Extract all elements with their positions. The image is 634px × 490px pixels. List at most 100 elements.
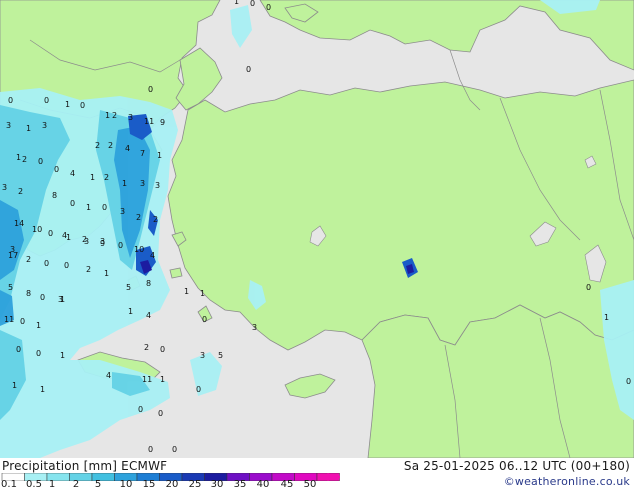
precip-value-label: 0: [38, 157, 43, 166]
precip-value-label: 0: [20, 317, 25, 326]
precip-value-label: 2: [22, 155, 27, 164]
precip-value-label: 1: [160, 375, 165, 384]
precip-value-label: 0: [160, 345, 165, 354]
precip-value-label: 2: [112, 111, 117, 120]
precip-value-label: 0: [44, 96, 49, 105]
legend-tick-label: 20: [165, 479, 179, 490]
precip-value-label: 1: [184, 287, 189, 296]
precip-value-label: 1: [60, 351, 65, 360]
precip-value-label: 0: [16, 345, 21, 354]
precip-value-label: 0: [102, 203, 107, 212]
precip-value-label: 4: [70, 169, 75, 178]
precip-value-label: 11: [4, 315, 14, 324]
precip-value-label: 3: [128, 113, 133, 122]
legend-tick-label: 2: [72, 479, 80, 490]
precip-value-label: 1: [16, 153, 21, 162]
precip-value-label: 3: [6, 121, 11, 130]
precip-value-label: 7: [140, 149, 145, 158]
precip-value-label: 0: [172, 445, 177, 454]
precip-value-label: 3: [2, 183, 7, 192]
legend-tick-label: 0.1: [1, 479, 17, 490]
precip-value-label: 3: [140, 179, 145, 188]
precip-value-label: 4: [146, 311, 151, 320]
precip-value-label: 1: [105, 111, 110, 120]
precip-value-label: 0: [148, 85, 153, 94]
legend-tick-label: 1: [48, 479, 56, 490]
valid-time: Sa 25-01-2025 06..12 UTC (00+180): [403, 459, 630, 473]
credit-link[interactable]: ©weatheronline.co.uk: [504, 475, 630, 488]
precip-value-label: 8: [52, 191, 57, 200]
legend-tick-label: 15: [142, 479, 156, 490]
precip-value-label: 0: [158, 409, 163, 418]
precip-value-label: 2: [82, 235, 87, 244]
precip-value-label: 3: [42, 121, 47, 130]
legend-tick-label: 10: [119, 479, 133, 490]
precip-value-label: 11: [142, 375, 152, 384]
precip-value-label: 5: [126, 283, 131, 292]
legend-tick-label: 50: [303, 479, 317, 490]
precip-value-label: 2: [18, 187, 23, 196]
precip-value-label: 0: [54, 165, 59, 174]
precip-value-label: 2: [153, 215, 158, 224]
precip-value-label: 2: [95, 141, 100, 150]
precip-value-label: 11: [144, 117, 154, 126]
precip-value-label: 3: [100, 237, 105, 246]
precip-value-label: 0: [266, 3, 271, 12]
precip-value-label: 0: [138, 405, 143, 414]
precip-value-label: 10: [32, 225, 42, 234]
footer: Precipitation [mm] ECMWF Sa 25-01-2025 0…: [0, 458, 634, 490]
precip-value-label: 1: [234, 0, 239, 6]
precip-value-label: 0: [626, 377, 631, 386]
precip-value-label: 8: [26, 289, 31, 298]
precip-value-label: 1: [86, 203, 91, 212]
precip-value-label: 0: [118, 241, 123, 250]
legend-tick-label: 0.5: [26, 479, 42, 490]
precip-value-label: 1: [26, 124, 31, 133]
precip-value-label: 5: [8, 283, 13, 292]
precip-value-label: 14: [14, 219, 24, 228]
precip-value-label: 1: [90, 173, 95, 182]
precip-value-label: 3: [155, 181, 160, 190]
precip-value-label: 1: [128, 307, 133, 316]
precip-value-label: 5: [218, 351, 223, 360]
precip-value-label: 2: [26, 255, 31, 264]
precip-value-label: 1: [60, 295, 65, 304]
legend-tick-label: 5: [94, 479, 102, 490]
legend-tick-label: 45: [280, 479, 294, 490]
precip-value-label: 4: [125, 144, 130, 153]
precip-value-label: 1: [12, 381, 17, 390]
precip-value-label: 1: [122, 179, 127, 188]
precip-value-label: 1: [40, 385, 45, 394]
precip-value-label: 0: [36, 349, 41, 358]
precip-value-label: 0: [8, 96, 13, 105]
precip-value-label: 10: [134, 245, 144, 254]
precip-value-label: 0: [196, 385, 201, 394]
precip-value-label: 0: [586, 283, 591, 292]
precip-value-label: 0: [70, 199, 75, 208]
precip-value-label: 4: [62, 231, 67, 240]
precip-value-label: 1: [604, 313, 609, 322]
precip-value-label: 2: [144, 343, 149, 352]
map-title: Precipitation [mm] ECMWF: [2, 459, 168, 473]
precip-value-label: 2: [86, 265, 91, 274]
precip-value-label: 2: [104, 173, 109, 182]
precip-value-label: 0: [250, 0, 255, 8]
precipitation-map[interactable]: 3 1 0 1 0 1 0 0 2 3 11 9 3 1 0 2 2 2 4 7 1 3 2 0 4 1 2 1 3 3 8 0 1 0 3 2 2 0 1…: [0, 0, 634, 459]
precip-value-label: 17: [8, 251, 18, 260]
precip-value-label: 2: [136, 213, 141, 222]
precip-value-label: 0: [148, 445, 153, 454]
precip-value-label: 1: [200, 289, 205, 298]
legend-tick-label: 30: [210, 479, 224, 490]
legend-tick-label: 40: [256, 479, 270, 490]
precip-value-label: 1: [157, 151, 162, 160]
precip-value-label: 0: [202, 315, 207, 324]
legend-tick-label: 35: [233, 479, 247, 490]
precip-value-label: 0: [40, 293, 45, 302]
land-samos: [169, 267, 183, 279]
precip-value-label: 1: [65, 100, 70, 109]
precip-value-label: 9: [160, 118, 165, 127]
precip-value-label: 0: [64, 261, 69, 270]
precip-value-label: 2: [108, 141, 113, 150]
precip-value-label: 1: [36, 321, 41, 330]
precip-value-label: 3: [252, 323, 257, 332]
